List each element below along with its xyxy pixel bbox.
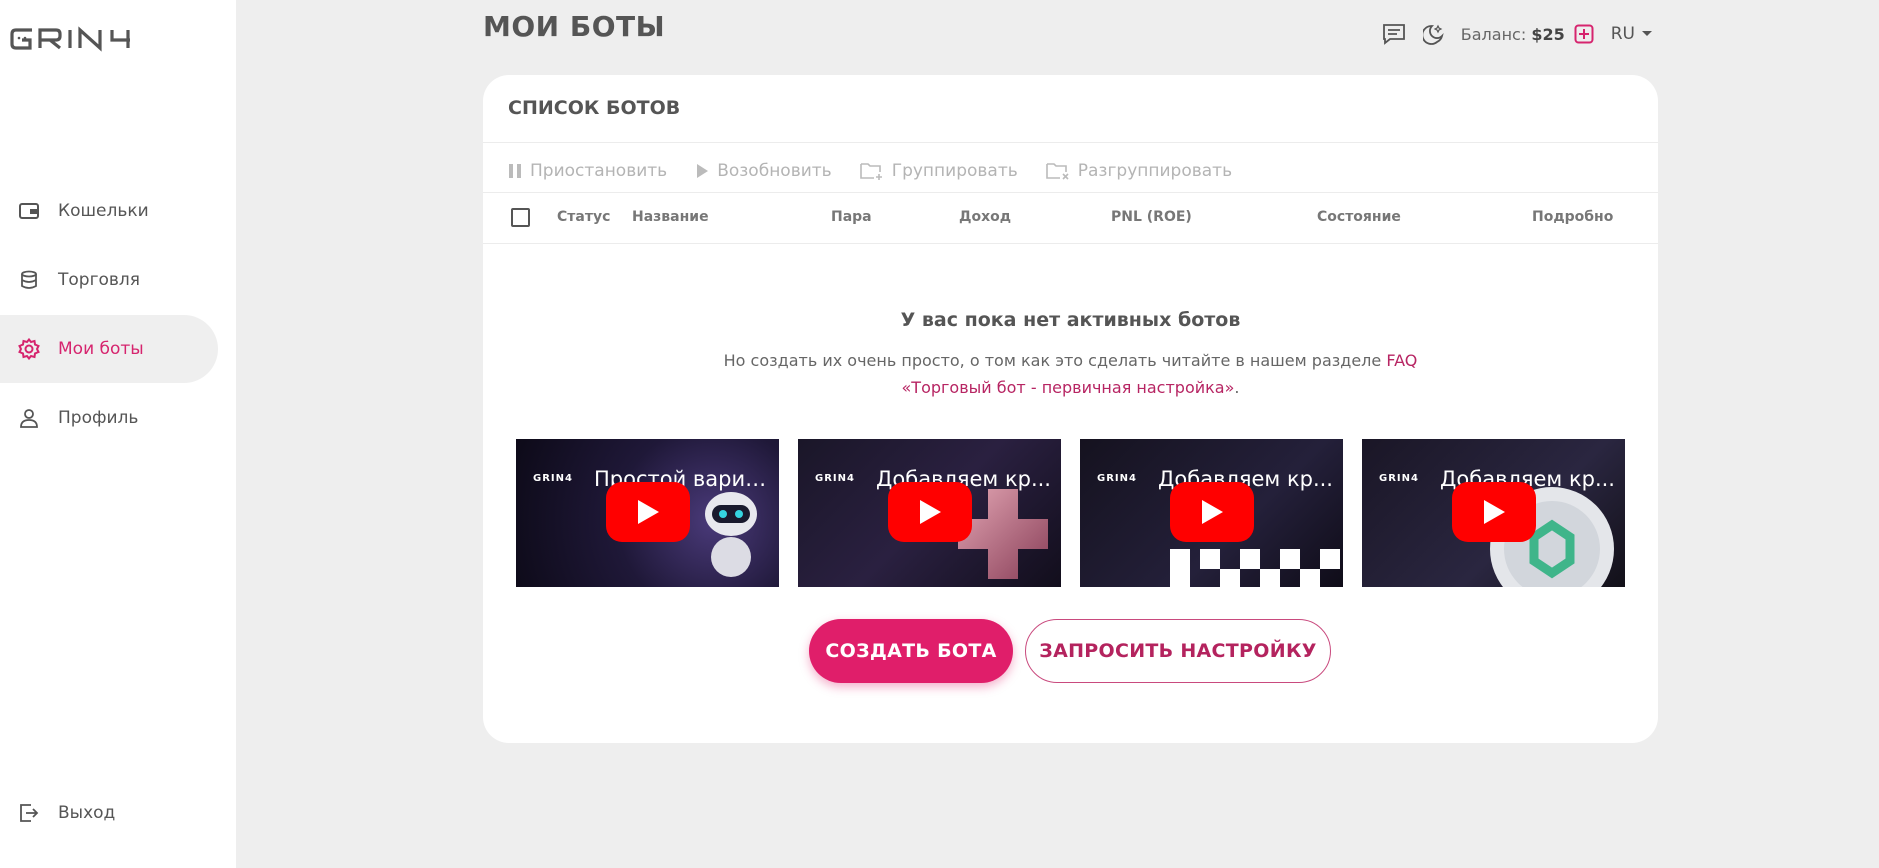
sidebar-item-trading[interactable]: Торговля (0, 246, 218, 314)
grin4-logo (10, 26, 130, 52)
play-icon (1170, 482, 1254, 542)
header-toolbar: Баланс: $25 RU (1381, 20, 1653, 48)
video-thumbnail[interactable]: GRIN4 Простой вариант... (516, 439, 779, 587)
pause-label: Приостановить (530, 161, 668, 181)
empty-state-period: . (1234, 378, 1240, 397)
bots-toolbar: Приостановить Возобновить Группировать Р… (508, 153, 1232, 189)
request-setup-button[interactable]: ЗАПРОСИТЬ НАСТРОЙКУ (1025, 619, 1331, 683)
gear-icon (18, 338, 40, 360)
user-icon (18, 407, 40, 429)
dark-mode-icon[interactable] (1421, 21, 1447, 47)
logout-button[interactable]: Выход (0, 779, 218, 847)
logout-icon (18, 802, 40, 824)
sidebar-item-my-bots[interactable]: Мои боты (0, 315, 218, 383)
robot-illustration (705, 492, 757, 577)
video-list: GRIN4 Простой вариант... GRIN4 Добавляем… (516, 439, 1625, 587)
balance-value: $25 (1531, 24, 1565, 44)
create-bot-button[interactable]: СОЗДАТЬ БОТА (809, 619, 1013, 683)
sidebar-item-wallets[interactable]: Кошельки (0, 177, 218, 245)
bot-setup-guide-link[interactable]: «Торговый бот - первичная настройка» (902, 378, 1235, 397)
empty-state-body: Но создать их очень просто, о том как эт… (723, 351, 1382, 370)
add-funds-icon[interactable] (1571, 21, 1597, 47)
folder-add-icon (859, 163, 882, 180)
play-icon (697, 164, 709, 178)
pause-icon (509, 164, 521, 178)
empty-state-title: У вас пока нет активных ботов (900, 309, 1241, 331)
column-header[interactable]: Доход (959, 209, 1011, 225)
page-title: МОИ БОТЫ (483, 10, 666, 43)
ungroup-label: Разгруппировать (1077, 161, 1233, 181)
video-thumbnail[interactable]: GRIN4 Добавляем кр... (798, 439, 1061, 587)
divider (483, 243, 1658, 244)
video-channel: GRIN4 (533, 473, 573, 484)
logo[interactable] (10, 26, 160, 56)
resume-button[interactable]: Возобновить (695, 161, 832, 181)
database-icon (18, 269, 40, 291)
sidebar-item-label: Мои боты (58, 339, 144, 359)
folder-remove-icon (1045, 163, 1069, 180)
balance: Баланс: $25 (1461, 25, 1565, 44)
sidebar-item-label: Профиль (58, 408, 139, 428)
column-header[interactable]: Подробно (1532, 209, 1613, 225)
sidebar: Кошельки Торговля Мои боты Профиль Выход (0, 0, 236, 868)
balance-label: Баланс: (1460, 24, 1527, 44)
play-icon (888, 482, 972, 542)
column-header[interactable]: Статус (557, 209, 610, 225)
sidebar-item-profile[interactable]: Профиль (0, 384, 218, 452)
sidebar-item-label: Торговля (58, 270, 141, 290)
wallet-icon (18, 200, 40, 222)
ungroup-button[interactable]: Разгруппировать (1045, 161, 1233, 181)
group-button[interactable]: Группировать (859, 161, 1018, 181)
language-select[interactable]: RU (1611, 24, 1653, 44)
select-all-checkbox[interactable] (511, 208, 530, 227)
faq-link[interactable]: FAQ (1386, 351, 1417, 370)
empty-state-text: Но создать их очень просто, о том как эт… (483, 347, 1658, 401)
video-thumbnail[interactable]: GRIN4 Добавляем кр... (1362, 439, 1625, 587)
column-header[interactable]: PNL (ROE) (1111, 209, 1192, 225)
video-thumbnail[interactable]: GRIN4 Добавляем кр... (1080, 439, 1343, 587)
chat-icon[interactable] (1381, 21, 1407, 47)
logout-label: Выход (58, 803, 116, 823)
video-channel: GRIN4 (1379, 473, 1419, 484)
play-icon (606, 482, 690, 542)
card-title: СПИСОК БОТОВ (508, 97, 681, 119)
video-channel: GRIN4 (815, 473, 855, 484)
play-icon (1452, 482, 1536, 542)
sidebar-item-label: Кошельки (58, 201, 149, 221)
column-header[interactable]: Состояние (1317, 209, 1401, 225)
pause-button[interactable]: Приостановить (508, 161, 667, 181)
column-header[interactable]: Название (632, 209, 709, 225)
divider (483, 142, 1658, 143)
chevron-down-icon (1642, 31, 1652, 36)
bots-card: СПИСОК БОТОВ Приостановить Возобновить Г… (483, 75, 1658, 743)
group-label: Группировать (891, 161, 1018, 181)
table-header: Статус Название Пара Доход PNL (ROE) Сос… (483, 193, 1658, 243)
language-value: RU (1610, 24, 1635, 44)
resume-label: Возобновить (717, 161, 832, 181)
column-header[interactable]: Пара (831, 209, 872, 225)
video-channel: GRIN4 (1097, 473, 1137, 484)
